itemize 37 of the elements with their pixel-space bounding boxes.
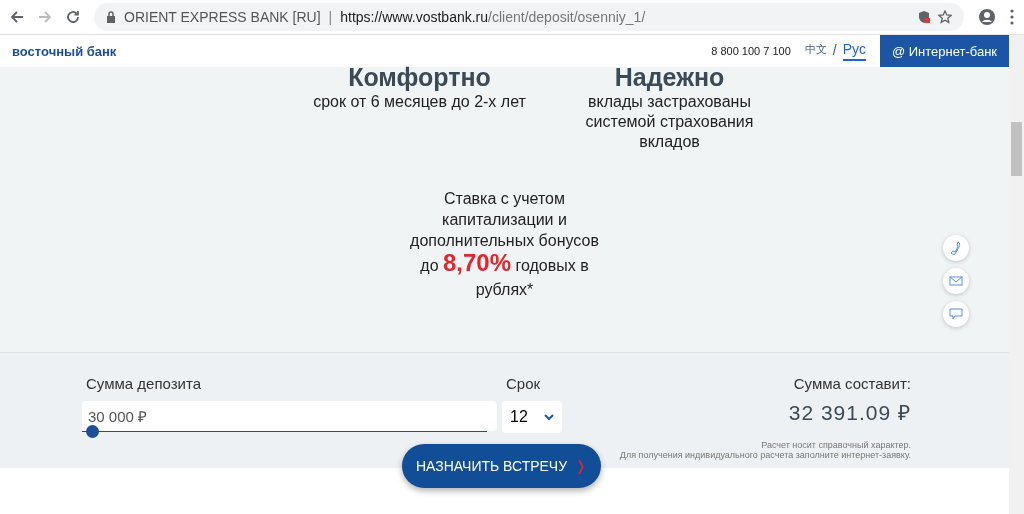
back-icon[interactable] <box>10 10 24 24</box>
feature-text: вклады застрахованы системой страхования вкладов <box>584 92 755 152</box>
appointment-button[interactable]: НАЗНАЧИТЬ ВСТРЕЧУ ❭ <box>402 444 602 488</box>
amount-field[interactable]: 30 000 ₽ <box>82 401 497 431</box>
star-icon[interactable] <box>938 10 952 24</box>
result-value: 32 391.09 ₽ <box>788 400 911 426</box>
note-text: Расчет носит справочный характер. <box>761 440 911 450</box>
phone-icon <box>949 241 963 255</box>
amount-slider[interactable] <box>82 425 487 438</box>
feature-title: Надежно <box>613 63 726 92</box>
url-divider: | <box>328 9 333 25</box>
term-select[interactable]: 12 <box>502 401 562 433</box>
rate-value-text: до 8,70% годовых в рублях* <box>419 251 590 300</box>
chevron-down-icon <box>544 414 554 420</box>
feature-title: Комфортно <box>347 63 492 92</box>
language-separator: / <box>832 42 837 60</box>
mail-icon <box>949 276 963 286</box>
phone-number: 8 800 100 7 100 <box>711 45 791 57</box>
amount-label: Сумма депозита <box>85 375 202 392</box>
term-label: Срок <box>505 375 542 392</box>
bank-logo[interactable]: восточный банк <box>12 43 698 59</box>
internet-bank-button[interactable]: @ Интернет-банк <box>879 35 1009 67</box>
reload-icon[interactable] <box>66 10 80 24</box>
site-name: ORIENT EXPRESS BANK [RU] <box>124 9 321 25</box>
result-label: Сумма составит: <box>793 375 911 392</box>
menu-icon[interactable] <box>1010 9 1014 25</box>
language-link[interactable]: Рус <box>842 41 866 61</box>
lock-icon <box>106 11 116 23</box>
chat-icon <box>949 308 963 320</box>
account-icon[interactable] <box>978 8 996 26</box>
scrollbar[interactable] <box>1009 35 1024 514</box>
language-link[interactable]: 中文 <box>804 41 827 61</box>
address-bar[interactable]: ORIENT EXPRESS BANK [RU] | https://www.vostbank.ru/client/deposit/osenniy_1/ <box>94 3 964 31</box>
shield-icon[interactable] <box>918 10 930 24</box>
feature-text: срок от 6 месяцев до 2-х лет <box>312 92 527 112</box>
note-text: Для получения индивидуального расчета заполните интернет-заявку. <box>619 450 911 460</box>
url-text: https://www.vostbank.ru/client/deposit/osenniy_1/ <box>340 9 647 25</box>
